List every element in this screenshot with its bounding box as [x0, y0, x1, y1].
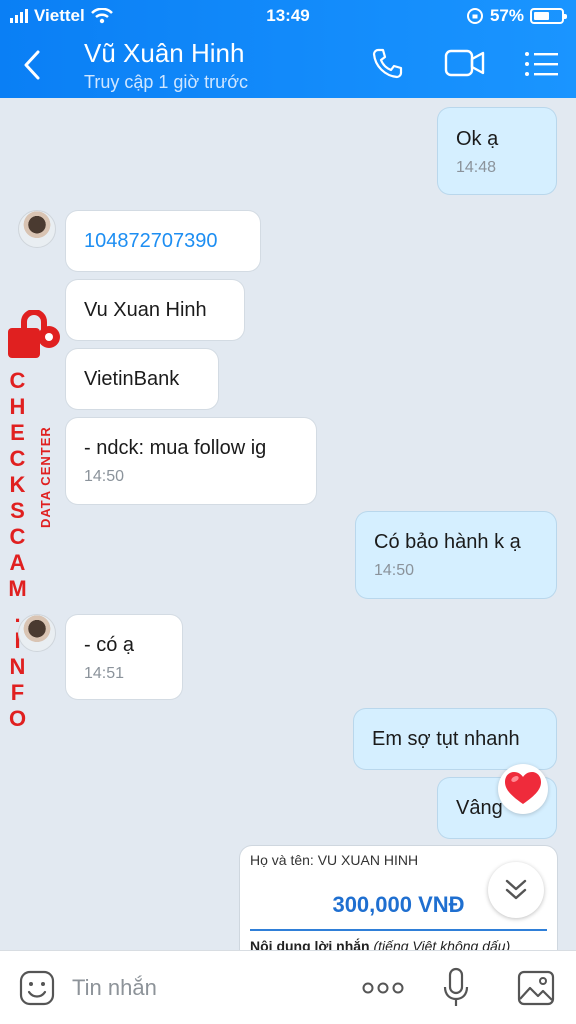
message-composer: Tin nhắn [0, 950, 576, 1024]
message-bubble-incoming[interactable]: - ndck: mua follow ig 14:50 [66, 418, 316, 504]
chat-header: Viettel 13:49 57% Vũ Xuân Hinh Truy cập … [0, 0, 576, 98]
avatar[interactable] [18, 210, 56, 248]
battery-percent: 57% [489, 6, 524, 25]
heart-icon [505, 772, 541, 804]
padlock-icon [8, 310, 60, 358]
message-bubble-outgoing[interactable]: Có bảo hành k ạ 14:50 [356, 512, 556, 598]
battery-icon [530, 8, 567, 24]
video-call-icon[interactable] [444, 48, 486, 78]
watermark-brand: CHECKSCAM.INFO [5, 368, 30, 732]
message-bubble-outgoing[interactable]: Em sợ tụt nhanh [354, 709, 556, 769]
message-time: 14:50 [84, 468, 125, 485]
message-text: Có bảo hành k ạ [374, 531, 521, 553]
avatar[interactable] [18, 614, 56, 652]
message-bubble-outgoing[interactable]: Ok ạ 14:48 [438, 108, 556, 194]
back-arrow-icon[interactable] [20, 48, 46, 82]
orientation-lock-icon [466, 8, 483, 24]
contact-name[interactable]: Vũ Xuân Hinh [84, 38, 244, 69]
watermark: CHECKSCAM.INFO DATA CENTER [2, 306, 62, 732]
message-text: - ndck: mua follow ig [84, 437, 267, 459]
watermark-sub: DATA CENTER [38, 426, 53, 528]
reaction-heart-button[interactable] [498, 764, 548, 814]
message-bubble-incoming[interactable]: VietinBank [66, 349, 218, 409]
microphone-icon[interactable] [442, 967, 470, 1009]
message-input[interactable]: Tin nhắn [72, 975, 157, 1001]
message-bubble-incoming[interactable]: - có ạ 14:51 [66, 615, 182, 699]
sticker-emoji-icon[interactable] [18, 969, 56, 1007]
message-time: 14:48 [456, 159, 497, 176]
account-number-link[interactable]: 104872707390 [84, 230, 242, 253]
battery-fill [534, 12, 549, 20]
phone-call-icon[interactable] [370, 46, 404, 80]
scroll-to-bottom-button[interactable] [488, 862, 544, 918]
message-text: - có ạ [84, 634, 135, 656]
divider [250, 929, 547, 931]
battery-group: 57% [466, 6, 567, 26]
message-text: VietinBank [84, 368, 180, 390]
message-time: 14:51 [84, 665, 125, 682]
double-chevron-down-icon [505, 879, 527, 900]
message-bubble-incoming[interactable]: 104872707390 [66, 211, 260, 271]
message-bubble-incoming[interactable]: Vu Xuan Hinh [66, 280, 244, 340]
last-seen-status: Truy cập 1 giờ trước [84, 72, 249, 92]
more-options-icon[interactable] [362, 981, 404, 995]
menu-list-icon[interactable] [524, 50, 560, 78]
message-text: Em sợ tụt nhanh [372, 728, 520, 750]
image-gallery-icon[interactable] [516, 969, 556, 1007]
status-bar: Viettel 13:49 57% [0, 0, 576, 32]
transfer-name-line: Họ và tên: VU XUAN HINH [250, 852, 419, 868]
message-time: 14:50 [374, 562, 415, 579]
message-text: Ok ạ [456, 128, 499, 150]
message-text: Vu Xuan Hinh [84, 299, 207, 321]
